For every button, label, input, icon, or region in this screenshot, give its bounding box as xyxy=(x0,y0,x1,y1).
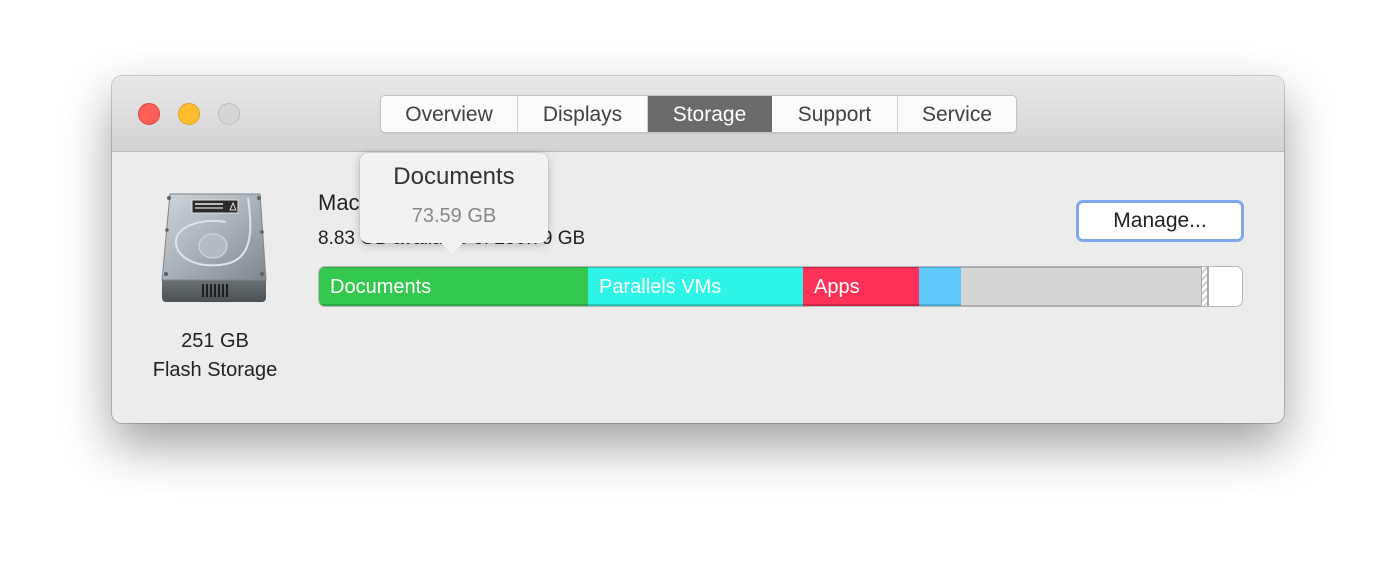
segment-apps[interactable]: Apps xyxy=(803,267,919,306)
system-info-window: Overview Displays Storage Support Servic… xyxy=(112,76,1284,423)
tab-overview[interactable]: Overview xyxy=(381,96,518,132)
tab-displays[interactable]: Displays xyxy=(518,96,648,132)
manage-button[interactable]: Manage... xyxy=(1076,200,1244,242)
tooltip-value: 73.59 GB xyxy=(411,205,497,227)
segment-system[interactable] xyxy=(961,267,1202,306)
segment-other[interactable] xyxy=(919,267,961,306)
segment-parallels-vms[interactable]: Parallels VMs xyxy=(588,267,803,306)
close-button[interactable] xyxy=(138,103,160,125)
disk-capacity: 251 GB xyxy=(181,330,249,352)
disk-type: Flash Storage xyxy=(152,359,278,381)
zoom-button[interactable] xyxy=(218,103,240,125)
hard-drive-icon xyxy=(161,193,267,302)
tab-service[interactable]: Service xyxy=(898,96,1016,132)
segment-purgeable[interactable] xyxy=(1202,267,1209,306)
segment-tooltip: Documents 73.59 GB xyxy=(360,153,548,254)
storage-bar: Documents Parallels VMs Apps xyxy=(318,266,1243,307)
minimize-button[interactable] xyxy=(178,103,200,125)
tab-bar: Overview Displays Storage Support Servic… xyxy=(380,95,1017,133)
tab-support[interactable]: Support xyxy=(772,96,898,132)
segment-documents[interactable]: Documents xyxy=(319,267,588,306)
tooltip-title: Documents xyxy=(393,163,515,190)
tab-storage[interactable]: Storage xyxy=(648,96,772,132)
title-bar: Overview Displays Storage Support Servic… xyxy=(112,76,1284,152)
segment-free[interactable] xyxy=(1209,267,1242,306)
